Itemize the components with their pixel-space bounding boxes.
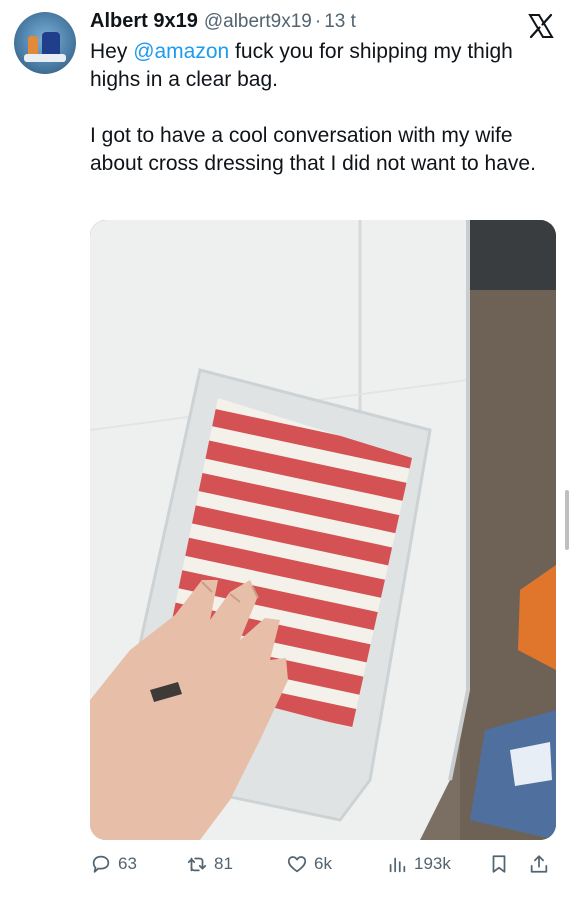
photo-illustration — [90, 220, 556, 840]
share-button[interactable] — [528, 846, 550, 882]
tweet-photo[interactable] — [90, 220, 556, 840]
bookmark-icon — [492, 855, 506, 873]
reply-icon — [92, 855, 110, 873]
share-icon — [530, 855, 548, 873]
heart-icon — [287, 856, 307, 873]
timestamp[interactable]: 13 t — [324, 11, 356, 33]
separator-dot: · — [314, 11, 322, 32]
retweet-icon — [187, 857, 207, 872]
avatar[interactable] — [14, 12, 76, 74]
views-icon — [389, 857, 406, 873]
tweet-text: Hey @amazon fuck you for shipping my thi… — [90, 38, 550, 178]
retweet-count: 81 — [214, 854, 233, 873]
avatar-detail — [24, 54, 66, 62]
tweet-paragraph-2: I got to have a cool conversation with m… — [90, 124, 536, 175]
tweet-paragraph-1: Hey @amazon fuck you for shipping my thi… — [90, 38, 550, 94]
retweet-button[interactable]: 81 — [186, 846, 233, 882]
author-handle[interactable]: @albert9x19 — [204, 11, 312, 33]
like-button[interactable]: 6k — [286, 846, 332, 882]
action-bar: 63 81 6k 193k — [90, 846, 556, 882]
view-count: 193k — [414, 854, 451, 873]
tweet[interactable]: Albert 9x19 @albert9x19 · 13 t Hey @amaz… — [0, 0, 569, 900]
bookmark-button[interactable] — [488, 846, 510, 882]
mention-link[interactable]: @amazon — [133, 40, 229, 63]
tweet-header: Albert 9x19 @albert9x19 · 13 t — [90, 10, 525, 38]
text-prefix: Hey — [90, 40, 134, 63]
x-logo-icon — [527, 12, 555, 40]
views-button[interactable]: 193k — [386, 846, 451, 882]
author-name[interactable]: Albert 9x19 — [90, 10, 198, 33]
like-count: 6k — [314, 854, 332, 873]
reply-count: 63 — [118, 854, 137, 873]
scrollbar[interactable] — [565, 490, 569, 550]
reply-button[interactable]: 63 — [90, 846, 137, 882]
